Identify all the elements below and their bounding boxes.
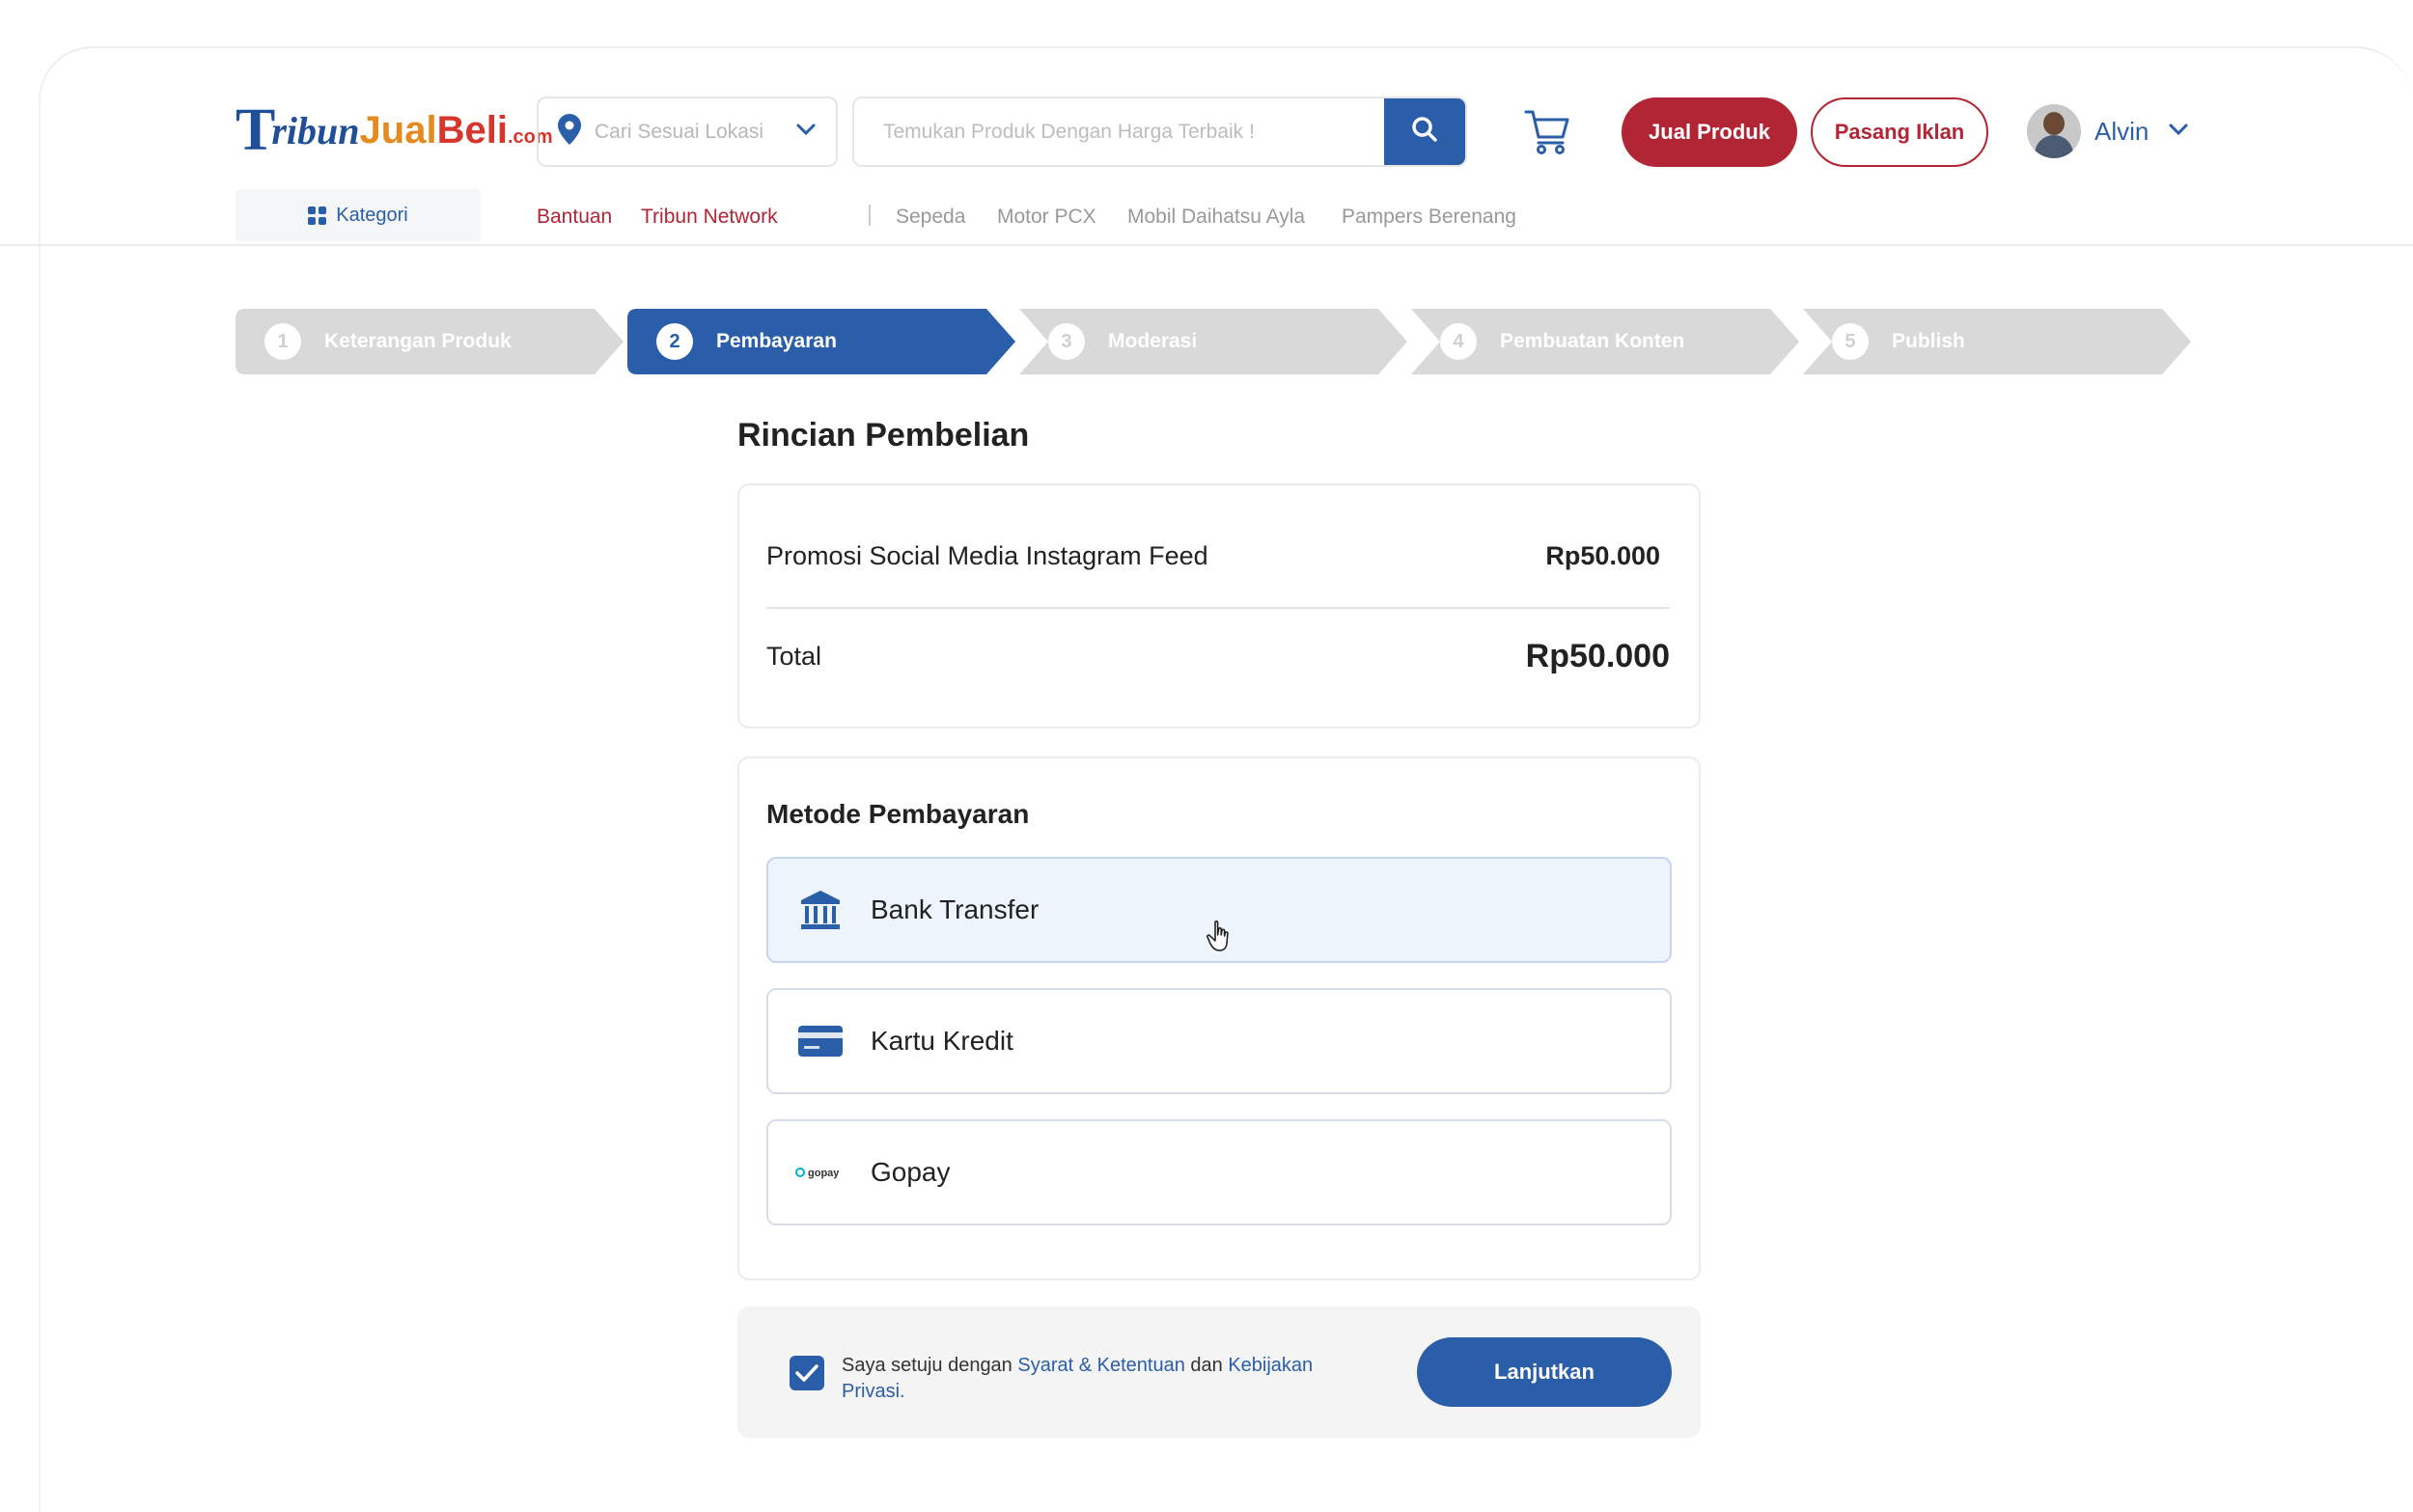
payment-option-label: Bank Transfer bbox=[871, 894, 1040, 924]
nav-link-tribun-network[interactable]: Tribun Network bbox=[641, 206, 778, 229]
logo-ribun: ribun bbox=[271, 108, 360, 152]
purchase-summary-card: Promosi Social Media Instagram Feed Rp50… bbox=[737, 483, 1701, 729]
agreement-bar: Saya setuju dengan Syarat & Ketentuan da… bbox=[737, 1306, 1701, 1438]
jual-produk-button[interactable]: Jual Produk bbox=[1622, 97, 1797, 167]
total-value: Rp50.000 bbox=[1525, 638, 1670, 674]
payment-method-title: Metode Pembayaran bbox=[766, 799, 1030, 829]
header: T ribun Jual Beli .com Cari Sesuai Lokas… bbox=[0, 0, 2413, 246]
gopay-logo-text: gopay bbox=[808, 1168, 840, 1179]
nav-link-bantuan[interactable]: Bantuan bbox=[537, 206, 612, 229]
step-number: 5 bbox=[1832, 323, 1869, 360]
chevron-down-icon bbox=[795, 123, 817, 141]
user-menu[interactable]: Alvin bbox=[2027, 104, 2189, 158]
page-title: Rincian Pembelian bbox=[737, 417, 1030, 454]
line-item: Promosi Social Media Instagram Feed Rp50… bbox=[766, 541, 1660, 571]
continue-button[interactable]: Lanjutkan bbox=[1417, 1337, 1672, 1407]
step-number: 3 bbox=[1048, 323, 1085, 360]
tag-link[interactable]: Pampers Berenang bbox=[1342, 206, 1516, 229]
tag-link[interactable]: Motor PCX bbox=[997, 206, 1096, 229]
search-bar[interactable]: Temukan Produk Dengan Harga Terbaik ! bbox=[852, 96, 1467, 167]
step-label: Pembuatan Konten bbox=[1500, 330, 1685, 352]
agreement-middle: dan bbox=[1184, 1355, 1229, 1376]
logo-beli: Beli bbox=[436, 108, 508, 151]
chevron-down-icon bbox=[2168, 123, 2189, 141]
divider bbox=[869, 205, 871, 226]
search-icon bbox=[1410, 115, 1439, 149]
credit-card-icon bbox=[793, 1025, 847, 1058]
step-number: 2 bbox=[656, 323, 693, 360]
user-name: Alvin bbox=[2094, 116, 2150, 146]
step-label: Moderasi bbox=[1108, 330, 1198, 352]
total-label: Total bbox=[766, 642, 822, 671]
location-pin-icon bbox=[558, 114, 581, 150]
payment-option-label: Kartu Kredit bbox=[871, 1026, 1013, 1056]
location-placeholder: Cari Sesuai Lokasi bbox=[595, 120, 764, 143]
logo-jual: Jual bbox=[359, 108, 437, 151]
location-select[interactable]: Cari Sesuai Lokasi bbox=[537, 96, 838, 167]
tag-link[interactable]: Mobil Daihatsu Ayla bbox=[1127, 206, 1305, 229]
checkmark-icon bbox=[795, 1364, 818, 1382]
cart-icon[interactable] bbox=[1523, 106, 1573, 156]
divider bbox=[766, 607, 1670, 609]
step-pembayaran: 2 Pembayaran bbox=[627, 309, 1015, 374]
search-input[interactable]: Temukan Produk Dengan Harga Terbaik ! bbox=[854, 121, 1384, 144]
payment-option-kartu-kredit[interactable]: Kartu Kredit bbox=[766, 988, 1672, 1094]
payment-option-gopay[interactable]: gopay Gopay bbox=[766, 1119, 1672, 1225]
agree-checkbox[interactable] bbox=[790, 1356, 824, 1390]
step-keterangan-produk: 1 Keterangan Produk bbox=[236, 309, 624, 374]
logo-letter: T bbox=[236, 96, 275, 163]
step-label: Keterangan Produk bbox=[324, 330, 512, 352]
pasang-iklan-button[interactable]: Pasang Iklan bbox=[1811, 97, 1988, 167]
bank-icon bbox=[793, 889, 847, 931]
step-publish: 5 Publish bbox=[1803, 309, 2191, 374]
step-pembuatan-konten: 4 Pembuatan Konten bbox=[1411, 309, 1799, 374]
step-label: Publish bbox=[1892, 330, 1965, 352]
payment-option-label: Gopay bbox=[871, 1157, 951, 1187]
item-name: Promosi Social Media Instagram Feed bbox=[766, 541, 1208, 570]
step-label: Pembayaran bbox=[716, 330, 837, 352]
terms-link[interactable]: Syarat & Ketentuan bbox=[1017, 1355, 1184, 1376]
gopay-logo: gopay bbox=[793, 1166, 847, 1179]
search-button[interactable] bbox=[1384, 98, 1465, 165]
agreement-text: Saya setuju dengan Syarat & Ketentuan da… bbox=[842, 1353, 1363, 1405]
payment-method-card: Metode Pembayaran Bank Transfer Kartu Kr… bbox=[737, 756, 1701, 1280]
kategori-label: Kategori bbox=[336, 204, 408, 226]
agreement-suffix: . bbox=[900, 1381, 905, 1402]
avatar bbox=[2027, 104, 2081, 158]
item-price: Rp50.000 bbox=[1545, 541, 1660, 570]
hand-cursor-icon bbox=[1206, 920, 1235, 959]
step-moderasi: 3 Moderasi bbox=[1019, 309, 1407, 374]
site-logo[interactable]: T ribun Jual Beli .com bbox=[236, 96, 553, 163]
total-row: Total Rp50.000 bbox=[766, 638, 1670, 675]
grid-icon bbox=[308, 206, 327, 225]
kategori-button[interactable]: Kategori bbox=[236, 189, 481, 241]
tag-link[interactable]: Sepeda bbox=[896, 206, 965, 229]
step-number: 1 bbox=[264, 323, 301, 360]
step-number: 4 bbox=[1440, 323, 1477, 360]
agreement-prefix: Saya setuju dengan bbox=[842, 1355, 1018, 1376]
